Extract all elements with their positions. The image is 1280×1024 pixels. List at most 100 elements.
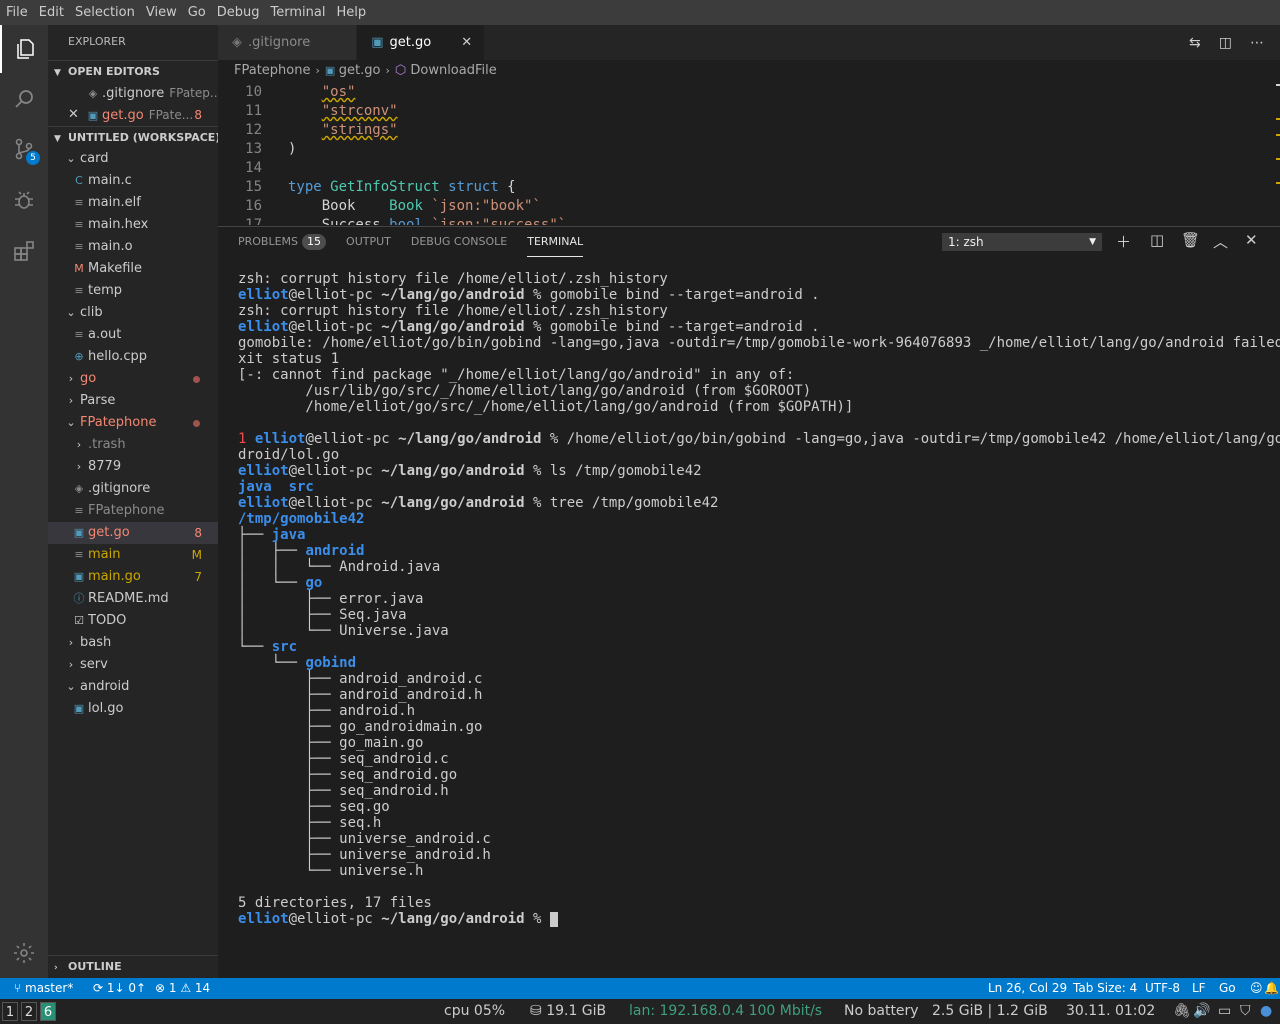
chevron-down-icon: ▼	[54, 134, 61, 144]
open-editor-item[interactable]: ✕ ▣ get.go FPate... 8	[48, 104, 218, 126]
tree-item[interactable]: ▣ get.go 8	[48, 522, 218, 544]
tree-item[interactable]: › go	[48, 368, 218, 390]
tree-item[interactable]: ☑ TODO	[48, 610, 218, 632]
extensions-icon[interactable]	[0, 227, 48, 275]
workspace-2[interactable]: 2	[21, 1002, 37, 1021]
bell-icon[interactable]: 🔔	[1264, 978, 1279, 999]
tab-get-go[interactable]: ▣ get.go ✕	[357, 25, 486, 60]
more-actions-icon[interactable]: ⋯	[1250, 35, 1264, 51]
error-count: 1	[168, 981, 177, 995]
outline-header[interactable]: › OUTLINE	[48, 955, 218, 977]
tree-item[interactable]: ⌄ card	[48, 148, 218, 170]
tree-item[interactable]: ▣ lol.go	[48, 698, 218, 720]
cursor-position[interactable]: Ln 26, Col 29	[988, 978, 1067, 999]
tree-item[interactable]: ⌄ clib	[48, 302, 218, 324]
tab-terminal[interactable]: TERMINAL	[527, 227, 584, 257]
terminal-text: @elliot-pc	[288, 287, 382, 303]
terminal-output[interactable]: zsh: corrupt history file /home/elliot/.…	[238, 271, 1280, 927]
tab-problems[interactable]: PROBLEMS 15	[238, 227, 327, 257]
display-icon[interactable]: ▭	[1218, 999, 1231, 1024]
workspace-6[interactable]: 6	[40, 1002, 56, 1021]
terminal-text: ├── go_androidmain.go	[238, 719, 483, 735]
tree-item[interactable]: › bash	[48, 632, 218, 654]
update-icon[interactable]: ●	[1260, 999, 1272, 1024]
tree-item[interactable]: ≡ main M	[48, 544, 218, 566]
sync-status[interactable]: ⟳ 1↓ 0↑	[93, 978, 146, 999]
terminal-text: ~/lang/go/android	[381, 287, 525, 303]
tree-item[interactable]: ⓘ README.md	[48, 588, 218, 610]
close-icon[interactable]: ✕	[461, 35, 472, 50]
volume-icon[interactable]: 🔊	[1193, 999, 1210, 1024]
source-control-icon[interactable]: 5	[0, 125, 48, 173]
tree-item[interactable]: › .trash	[48, 434, 218, 456]
split-editor-icon[interactable]: ◫	[1219, 35, 1232, 51]
new-terminal-icon[interactable]: ＋	[1116, 231, 1131, 252]
search-icon[interactable]	[0, 75, 48, 123]
trash-icon[interactable]: 🗑	[1181, 231, 1200, 249]
paperclip-icon[interactable]: 🖇	[1173, 999, 1191, 1024]
workspace-1[interactable]: 1	[2, 1002, 18, 1021]
debug-icon[interactable]	[0, 177, 48, 225]
maximize-panel-icon[interactable]: ︿	[1213, 231, 1228, 252]
menu-terminal[interactable]: Terminal	[267, 5, 330, 20]
branch-status[interactable]: ⑂ master*	[14, 978, 73, 999]
tab-debug-console[interactable]: DEBUG CONSOLE	[411, 227, 507, 257]
terminal-text: │ ├── error.java	[238, 591, 424, 607]
tree-item[interactable]: ≡ main.o	[48, 236, 218, 258]
split-terminal-icon[interactable]: ◫	[1150, 231, 1164, 249]
menu-help[interactable]: Help	[332, 5, 370, 20]
tab-label: PROBLEMS	[238, 235, 299, 248]
terminal-text: ├── universe_android.h	[238, 847, 491, 863]
warning-count: 14	[194, 981, 211, 995]
tree-item[interactable]: ≡ main.elf	[48, 192, 218, 214]
menu-debug[interactable]: Debug	[213, 5, 264, 20]
menu-edit[interactable]: Edit	[35, 5, 68, 20]
tree-item[interactable]: ⌄ FPatephone	[48, 412, 218, 434]
tab-size[interactable]: Tab Size: 4	[1073, 978, 1137, 999]
menu-selection[interactable]: Selection	[71, 5, 139, 20]
close-panel-icon[interactable]: ✕	[1245, 231, 1258, 249]
problems-status[interactable]: ⊗ 1 ⚠ 14	[155, 978, 210, 999]
settings-gear-icon[interactable]	[0, 929, 48, 977]
tree-item-label: TODO	[88, 613, 127, 628]
compare-changes-icon[interactable]: ⇆	[1189, 35, 1201, 51]
feedback-icon[interactable]: ☺	[1250, 978, 1263, 999]
tree-item[interactable]: › Parse	[48, 390, 218, 412]
open-editor-item[interactable]: ◈ .gitignore FPatep...	[48, 82, 218, 104]
bottom-panel: PROBLEMS 15 OUTPUT DEBUG CONSOLE TERMINAL…	[218, 226, 1280, 978]
tree-item[interactable]: ≡ a.out	[48, 324, 218, 346]
tree-item[interactable]: ≡ temp	[48, 280, 218, 302]
tree-item[interactable]: ≡ main.hex	[48, 214, 218, 236]
terminal-text: │ └── Universe.java	[238, 623, 449, 639]
tree-item-label: Parse	[80, 393, 116, 408]
terminal-select[interactable]: 1: zsh ▼	[942, 233, 1102, 251]
encoding[interactable]: UTF-8	[1145, 978, 1180, 999]
tree-item[interactable]: M Makefile	[48, 258, 218, 280]
tree-item[interactable]: ⌄ android	[48, 676, 218, 698]
tree-item[interactable]: ◈ .gitignore	[48, 478, 218, 500]
code-view[interactable]: 10 "os" 11 "strconv" 12 "strings" 13) 14 15 ty…	[218, 82, 1280, 225]
breadcrumb-folder[interactable]: FPatephone	[234, 63, 310, 78]
tree-item[interactable]: ⊕ hello.cpp	[48, 346, 218, 368]
tree-item[interactable]: ≡ FPatephone	[48, 500, 218, 522]
tree-item[interactable]: Cmain.c	[48, 170, 218, 192]
explorer-icon[interactable]	[0, 25, 48, 73]
tree-item[interactable]: › serv	[48, 654, 218, 676]
menu-view[interactable]: View	[142, 5, 181, 20]
language-mode[interactable]: Go	[1219, 978, 1236, 999]
tab-gitignore[interactable]: ◈ .gitignore	[218, 25, 358, 60]
open-editors-header[interactable]: ▼ OPEN EDITORS	[48, 60, 218, 82]
close-icon[interactable]: ✕	[68, 104, 79, 126]
menu-file[interactable]: File	[2, 5, 32, 20]
breadcrumb-file[interactable]: get.go	[339, 63, 381, 78]
workspace-header[interactable]: ▼ UNTITLED (WORKSPACE)	[48, 126, 218, 148]
tab-output[interactable]: OUTPUT	[346, 227, 391, 257]
terminal-text: ├──	[238, 527, 272, 543]
shield-icon[interactable]: ⛉	[1240, 999, 1251, 1024]
tree-item[interactable]: ▣ main.go 7	[48, 566, 218, 588]
tree-item[interactable]: › 8779	[48, 456, 218, 478]
menu-go[interactable]: Go	[184, 5, 210, 20]
breadcrumb-symbol[interactable]: DownloadFile	[410, 63, 496, 78]
open-editor-name: .gitignore	[102, 86, 165, 101]
line-ending[interactable]: LF	[1192, 978, 1206, 999]
